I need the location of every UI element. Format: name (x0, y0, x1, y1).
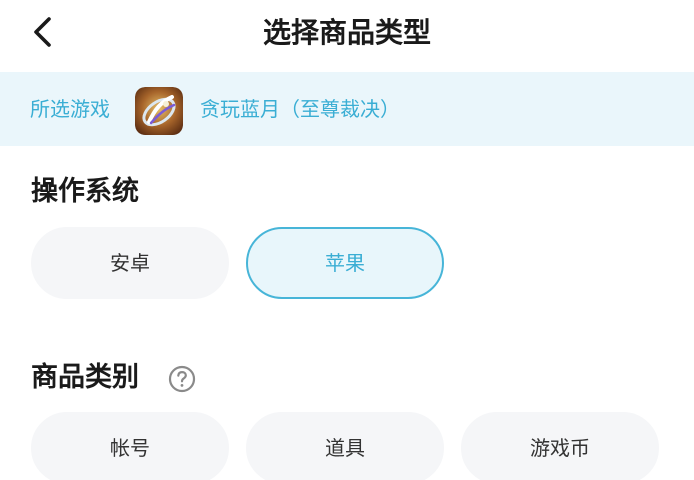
os-option-ios[interactable]: 苹果 (246, 227, 444, 299)
category-option-item[interactable]: 道具 (246, 412, 444, 480)
category-option-account[interactable]: 帐号 (31, 412, 229, 480)
header: 选择商品类型 (0, 0, 694, 68)
select-product-type-page: 选择商品类型 所选游戏 贪玩蓝月（至尊裁决） 操作系统 安卓 苹果 商品类别 帐… (0, 0, 694, 480)
os-section-title: 操作系统 (31, 176, 139, 207)
os-option-android[interactable]: 安卓 (31, 227, 229, 299)
game-avatar (135, 87, 183, 135)
selected-game-banner[interactable]: 所选游戏 贪玩蓝月（至尊裁决） (0, 72, 694, 146)
category-section-title: 商品类别 (31, 362, 139, 393)
page-title: 选择商品类型 (262, 16, 431, 49)
selected-game-label: 所选游戏 (30, 97, 110, 121)
question-circle-icon (168, 365, 196, 393)
category-option-game-coin[interactable]: 游戏币 (461, 412, 659, 480)
selected-game-name: 贪玩蓝月（至尊裁决） (200, 97, 400, 121)
category-help-button[interactable] (168, 365, 196, 393)
game-avatar-icon (135, 87, 183, 135)
